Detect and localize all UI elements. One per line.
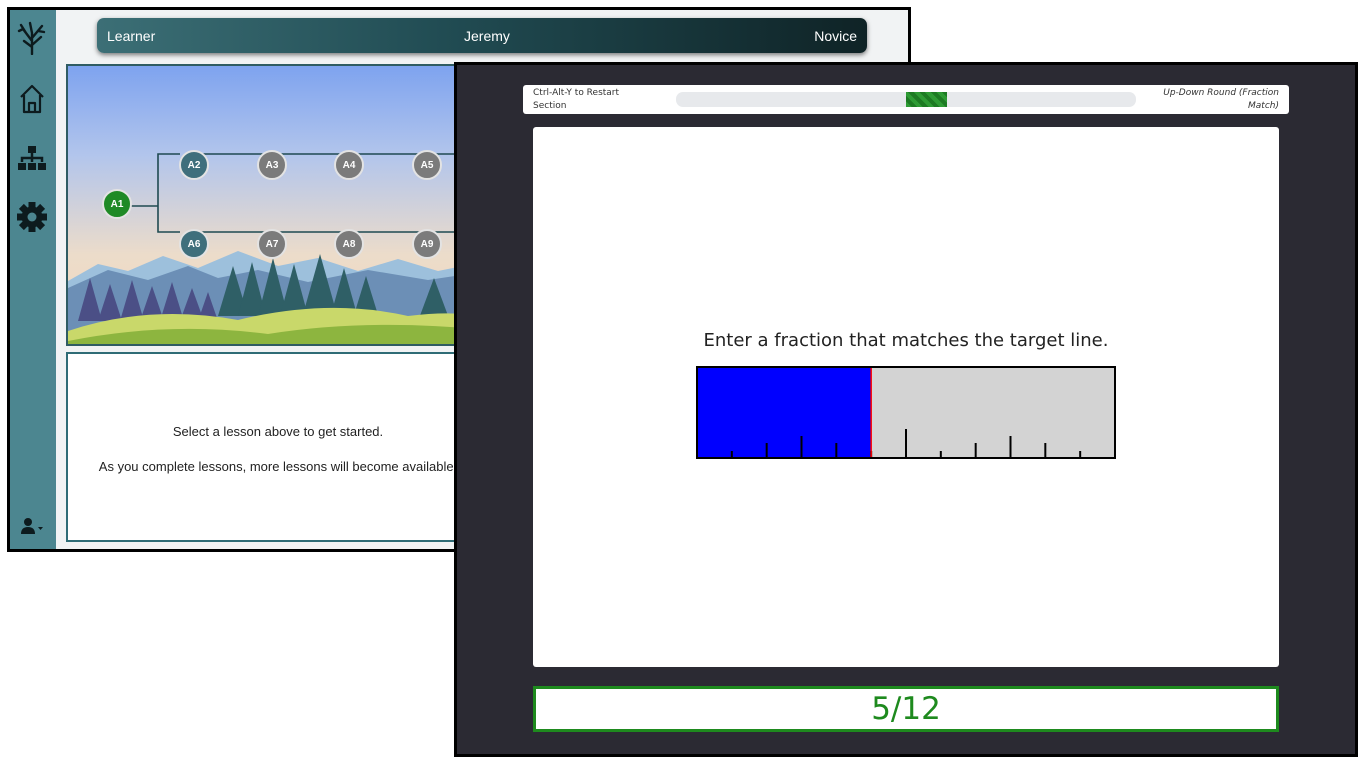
user-icon[interactable] (16, 510, 48, 542)
fraction-bar-graphic (696, 366, 1116, 459)
exercise-prompt: Enter a fraction that matches the target… (703, 330, 1109, 351)
user-header-bar: Learner Jeremy Novice (97, 18, 867, 53)
lesson-label: A4 (342, 159, 356, 171)
exercise-window: Ctrl-Alt-Y to Restart Section Up-Down Ro… (454, 62, 1358, 757)
sitemap-icon[interactable] (16, 143, 48, 175)
lesson-label: A1 (110, 198, 124, 210)
progress-track (676, 92, 1136, 107)
lesson-node-a6[interactable]: A6 (179, 229, 209, 259)
lesson-label: A2 (187, 159, 201, 171)
lesson-node-a7[interactable]: A7 (257, 229, 287, 259)
lesson-node-a5[interactable]: A5 (412, 150, 442, 180)
user-name: Jeremy (464, 28, 510, 44)
lesson-node-a1[interactable]: A1 (102, 189, 132, 219)
progress-fill (906, 92, 948, 107)
lesson-info-panel: Select a lesson above to get started. As… (66, 352, 486, 542)
exercise-card: Enter a fraction that matches the target… (533, 127, 1279, 667)
lesson-node-a4[interactable]: A4 (334, 150, 364, 180)
lesson-label: A9 (420, 238, 434, 250)
fraction-bar (696, 366, 1116, 459)
home-icon[interactable] (16, 83, 48, 115)
info-line-2: As you complete lessons, more lessons wi… (98, 459, 458, 474)
lesson-node-a3[interactable]: A3 (257, 150, 287, 180)
lesson-label: A8 (342, 238, 356, 250)
sidebar (10, 10, 56, 549)
role-label: Learner (107, 28, 156, 44)
level-label: Novice (814, 28, 857, 44)
info-line-1: Select a lesson above to get started. (172, 424, 384, 439)
lesson-label: A7 (265, 238, 279, 250)
round-label: Up-Down Round (Fraction Match) (1163, 88, 1279, 111)
lesson-node-a9[interactable]: A9 (412, 229, 442, 259)
tree-logo-icon[interactable] (16, 21, 48, 55)
status-bar: Ctrl-Alt-Y to Restart Section Up-Down Ro… (523, 85, 1289, 114)
answer-input[interactable]: 5/12 (533, 686, 1279, 732)
lesson-map: A1 A2 A3 A4 A5 A6 A7 A8 A9 (66, 64, 486, 346)
lesson-label: A3 (265, 159, 279, 171)
lesson-node-a2[interactable]: A2 (179, 150, 209, 180)
lesson-label: A5 (420, 159, 434, 171)
gear-icon[interactable] (16, 201, 48, 233)
restart-hint: Ctrl-Alt-Y to Restart Section (533, 88, 620, 111)
fraction-bar-filled (697, 367, 872, 458)
lesson-node-a8[interactable]: A8 (334, 229, 364, 259)
lesson-label: A6 (187, 238, 201, 250)
